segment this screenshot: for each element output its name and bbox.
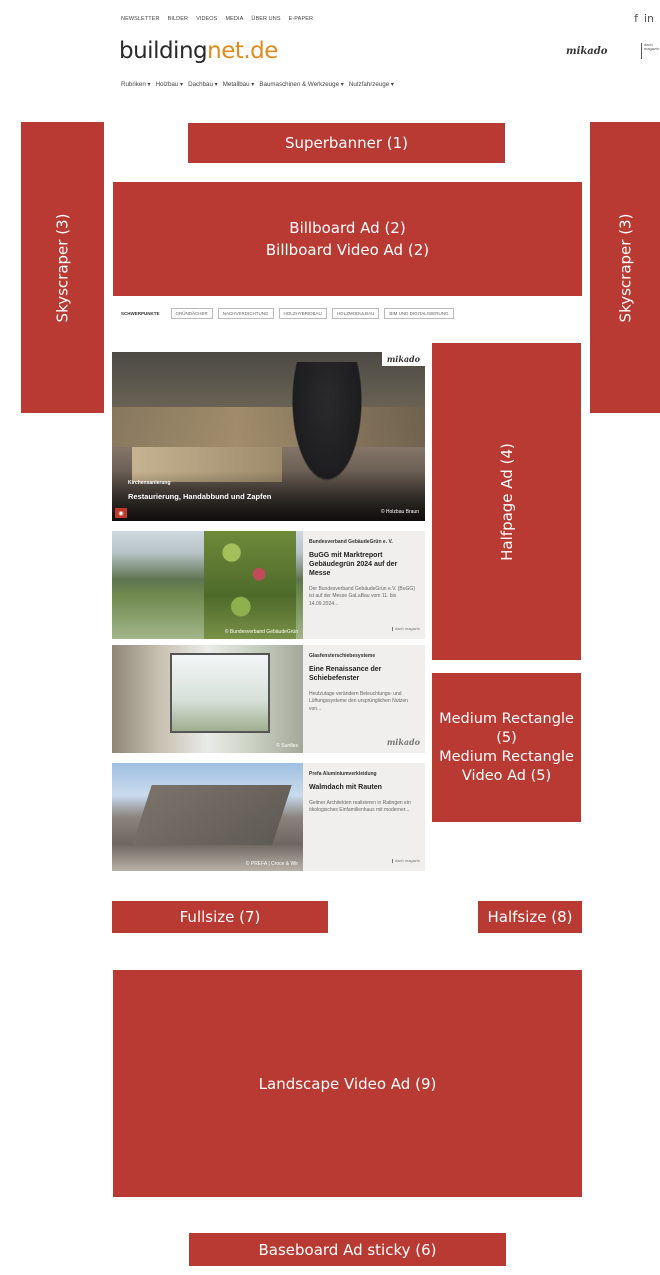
social-links: f in: [634, 12, 654, 25]
linkedin-icon[interactable]: in: [644, 12, 654, 25]
ad-label: Landscape Video Ad (9): [258, 1074, 437, 1093]
ad-halfsize: Halfsize (8): [478, 901, 582, 933]
sliding-window-image: [170, 653, 270, 733]
ad-label: Skyscraper (3): [53, 213, 72, 322]
ad-label: Superbanner (1): [284, 134, 409, 152]
article-brand-dach: dach magazin: [392, 627, 420, 631]
nav-media[interactable]: MEDIA: [225, 16, 243, 22]
green-wall-image: [204, 531, 296, 639]
article-teaser: Geitner Architekten realisieren in Ratin…: [309, 800, 411, 814]
article-image: © Sunflex: [112, 645, 303, 753]
ad-label: Skyscraper (3): [616, 213, 634, 322]
ad-skyscraper-left: Skyscraper (3): [21, 122, 104, 413]
article-image: © Bundesverband GebäudeGrün: [112, 531, 303, 639]
hero-image-beam: [112, 407, 425, 447]
tag-gruendaecher[interactable]: GRÜNDÄCHER: [170, 308, 213, 319]
ad-landscape-video: Landscape Video Ad (9): [113, 970, 582, 1197]
site-logo[interactable]: buildingnet.de: [119, 38, 278, 64]
schwerpunkte-bar: SCHWERPUNKTE GRÜNDÄCHER NACHVERDICHTUNG …: [121, 308, 454, 319]
article-kicker: Glasfensterschiebesysteme: [309, 653, 376, 659]
ad-medium-rectangle: Medium Rectangle (5) Medium Rectangle Vi…: [432, 673, 581, 822]
tag-bim-digitalisierung[interactable]: BIM UND DIGITALISIERUNG: [384, 308, 454, 319]
camera-icon: ◉: [115, 508, 127, 518]
article-card[interactable]: © Bundesverband GebäudeGrün Bundesverban…: [112, 531, 425, 639]
ad-baseboard-sticky: Baseboard Ad sticky (6): [189, 1233, 506, 1266]
ad-label: Billboard Video Ad (2): [265, 241, 430, 259]
nav-videos[interactable]: VIDEOS: [196, 16, 217, 22]
ad-label: Medium Rectangle Video Ad (5): [439, 748, 574, 784]
ad-skyscraper-right: Skyscraper (3): [590, 122, 660, 413]
article-card[interactable]: © Sunflex Glasfensterschiebesysteme Eine…: [112, 645, 425, 753]
catnav-dachbau[interactable]: Dachbau ▾: [188, 81, 218, 88]
article-card[interactable]: © PREFA | Croce & Wir Prefa Aluminiumver…: [112, 763, 425, 871]
hero-title[interactable]: Restaurierung, Handabbund und Zapfen: [128, 492, 271, 501]
article-brand-dach: dach magazin: [392, 859, 420, 863]
ad-halfpage: Halfpage Ad (4): [432, 343, 581, 660]
logo-part-building: building: [119, 38, 208, 64]
ad-fullsize: Fullsize (7): [112, 901, 328, 933]
partner-logo-dach-magazin[interactable]: dach magazin: [641, 43, 660, 59]
tag-holzhybridbau[interactable]: HOLZHYBRIDBAU: [278, 308, 327, 319]
hero-credit: © Holzbau Braun: [380, 509, 419, 515]
ad-superbanner: Superbanner (1): [188, 123, 505, 163]
logo-part-net: net.de: [207, 38, 278, 64]
article-teaser: Heutzutage verändern Beleuchtungs- und L…: [309, 691, 408, 712]
article-teaser: Der Bundesverband GebäudeGrün e.V. (BuGG…: [309, 586, 415, 607]
ad-label: Halfpage Ad (4): [497, 442, 516, 561]
article-image: © PREFA | Croce & Wir: [112, 763, 303, 871]
article-title[interactable]: BuGG mit Marktreport Gebäudegrün 2024 au…: [309, 551, 420, 578]
catnav-baumaschinen[interactable]: Baumaschinen & Werkzeuge ▾: [259, 81, 344, 88]
nav-ueber-uns[interactable]: ÜBER UNS: [251, 16, 280, 22]
nav-bilder[interactable]: BILDER: [168, 16, 188, 22]
article-text: Prefa Aluminiumverkleidung Walmdach mit …: [307, 763, 423, 871]
top-nav: NEWSLETTER BILDER VIDEOS MEDIA ÜBER UNS …: [121, 16, 313, 22]
nav-newsletter[interactable]: NEWSLETTER: [121, 16, 160, 22]
facebook-icon[interactable]: f: [634, 12, 638, 25]
ad-label: Billboard Ad (2): [289, 219, 406, 237]
hero-brand-mikado: mikado: [381, 352, 425, 366]
roof-image: [132, 785, 292, 845]
partner-logo-mikado[interactable]: mikado: [566, 46, 607, 57]
ad-billboard: Billboard Ad (2) Billboard Video Ad (2): [113, 182, 582, 296]
catnav-holzbau[interactable]: Holzbau ▾: [156, 81, 184, 88]
hero-article[interactable]: mikado Kirchensanierung Restaurierung, H…: [112, 352, 425, 521]
catnav-rubriken[interactable]: Rubriken ▾: [121, 81, 151, 88]
schwerpunkte-label: SCHWERPUNKTE: [121, 311, 160, 316]
tag-holzmodulbau[interactable]: HOLZMODULBAU: [331, 308, 380, 319]
nav-e-paper[interactable]: E-PAPER: [289, 16, 313, 22]
catnav-nutzfahrzeuge[interactable]: Nutzfahrzeuge ▾: [349, 81, 394, 88]
article-credit: © PREFA | Croce & Wir: [245, 861, 298, 867]
ad-label: Medium Rectangle (5): [439, 710, 574, 746]
article-kicker: Bundesverband GebäudeGrün e. V.: [309, 539, 393, 545]
tag-nachverdichtung[interactable]: NACHVERDICHTUNG: [217, 308, 274, 319]
article-kicker: Prefa Aluminiumverkleidung: [309, 771, 377, 777]
article-title[interactable]: Walmdach mit Rauten: [309, 783, 420, 792]
category-nav: Rubriken ▾ Holzbau ▾ Dachbau ▾ Metallbau…: [121, 81, 394, 88]
ad-label: Fullsize (7): [179, 908, 261, 926]
hero-kicker: Kirchensanierung: [128, 480, 171, 486]
ad-label: Baseboard Ad sticky (6): [258, 1240, 437, 1259]
article-credit: © Bundesverband GebäudeGrün: [224, 629, 298, 635]
ad-label: Halfsize (8): [487, 908, 573, 926]
article-brand-mikado: mikado: [386, 737, 420, 747]
catnav-metallbau[interactable]: Metallbau ▾: [223, 81, 255, 88]
article-title[interactable]: Eine Renaissance der Schiebefenster: [309, 665, 420, 683]
article-text: Bundesverband GebäudeGrün e. V. BuGG mit…: [307, 531, 423, 639]
article-credit: © Sunflex: [276, 743, 298, 749]
